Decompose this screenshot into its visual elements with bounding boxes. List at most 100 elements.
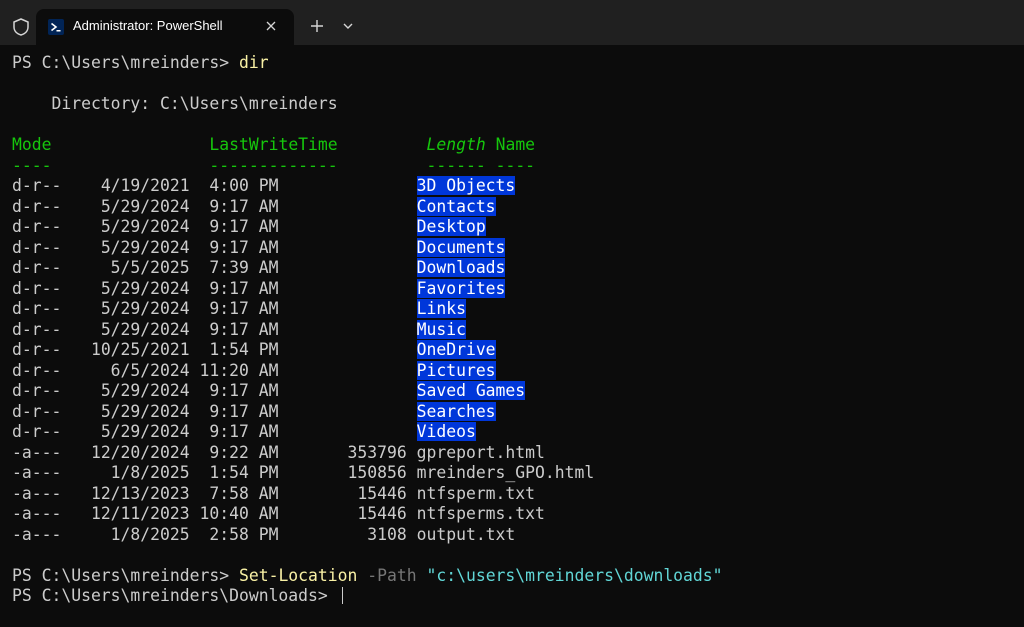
row-lastwritetime: 5/29/2024 9:17 AM bbox=[61, 381, 279, 400]
table-row: d-r-- 5/29/2024 9:17 AM Documents bbox=[12, 237, 1024, 259]
row-lastwritetime: 5/5/2025 7:39 AM bbox=[61, 258, 279, 277]
powershell-icon bbox=[48, 19, 64, 35]
row-name: Searches bbox=[416, 401, 496, 421]
row-lastwritetime: 5/29/2024 9:17 AM bbox=[61, 422, 279, 441]
table-row: d-r-- 5/29/2024 9:17 AM Links bbox=[12, 299, 1024, 320]
underline-line: ---- ------------- ------ ---- bbox=[12, 156, 1024, 177]
parameter: -Path bbox=[367, 565, 417, 585]
row-name: Documents bbox=[416, 237, 506, 257]
shield-icon bbox=[11, 17, 31, 37]
row-mode: -a--- bbox=[12, 504, 62, 523]
table-row: d-r-- 5/29/2024 9:17 AM Contacts bbox=[12, 196, 1024, 218]
row-lastwritetime: 5/29/2024 9:17 AM bbox=[61, 217, 279, 236]
row-name: 3D Objects bbox=[416, 176, 516, 195]
row-lastwritetime: 12/20/2024 9:22 AM bbox=[61, 442, 279, 462]
row-name: Saved Games bbox=[416, 381, 526, 400]
row-mode: -a--- bbox=[12, 463, 62, 482]
prompt-line[interactable]: PS C:\Users\mreinders\Downloads> bbox=[12, 586, 1024, 607]
row-mode: -a--- bbox=[12, 483, 62, 503]
row-mode: -a--- bbox=[12, 442, 62, 462]
row-mode: d-r-- bbox=[12, 258, 62, 277]
row-name: Pictures bbox=[416, 360, 496, 380]
row-mode: d-r-- bbox=[12, 237, 62, 257]
row-mode: d-r-- bbox=[12, 360, 62, 380]
row-name: Contacts bbox=[416, 196, 496, 216]
underline-mode: ---- bbox=[12, 155, 52, 175]
row-length: 15446 bbox=[347, 504, 407, 523]
directory-listing: d-r-- 4/19/2021 4:00 PM 3D Objects d-r-- … bbox=[12, 176, 1024, 545]
table-row: d-r-- 5/29/2024 9:17 AM Desktop bbox=[12, 217, 1024, 238]
row-lastwritetime: 5/29/2024 9:17 AM bbox=[61, 237, 279, 257]
table-row: d-r-- 4/19/2021 4:00 PM 3D Objects bbox=[12, 176, 1024, 197]
plus-icon[interactable] bbox=[308, 17, 326, 35]
prompt-line: PS C:\Users\mreinders> dir bbox=[12, 53, 1024, 74]
chevron-down-icon[interactable] bbox=[341, 19, 355, 33]
terminal-window: Administrator: PowerShell PS C:\Users\mr… bbox=[0, 0, 1024, 627]
table-row: d-r-- 5/5/2025 7:39 AM Downloads bbox=[12, 258, 1024, 279]
row-lastwritetime: 10/25/2021 1:54 PM bbox=[61, 340, 279, 359]
row-lastwritetime: 4/19/2021 4:00 PM bbox=[61, 176, 279, 195]
table-row: d-r-- 5/29/2024 9:17 AM Music bbox=[12, 319, 1024, 341]
row-mode: d-r-- bbox=[12, 422, 62, 441]
row-mode: d-r-- bbox=[12, 401, 62, 421]
row-name: gpreport.html bbox=[416, 442, 545, 462]
tab-powershell[interactable]: Administrator: PowerShell bbox=[36, 9, 294, 45]
table-row: d-r-- 5/29/2024 9:17 AM Favorites bbox=[12, 278, 1024, 300]
row-name: ntfsperms.txt bbox=[416, 504, 545, 523]
header-mode: Mode bbox=[12, 135, 52, 154]
terminal-output[interactable]: PS C:\Users\mreinders> dir Directory: C:… bbox=[12, 53, 1024, 607]
row-mode: d-r-- bbox=[12, 299, 62, 318]
underline-lastwritetime: ------------- bbox=[209, 155, 338, 175]
command: dir bbox=[238, 53, 269, 72]
header-name: Name bbox=[495, 135, 536, 154]
row-lastwritetime: 5/29/2024 9:17 AM bbox=[61, 319, 279, 339]
row-name: Desktop bbox=[416, 217, 486, 236]
table-row: -a--- 12/20/2024 9:22 AM 353796 gpreport… bbox=[12, 443, 1024, 464]
row-name: Favorites bbox=[416, 278, 506, 298]
text-cursor bbox=[341, 587, 343, 604]
row-lastwritetime: 5/29/2024 9:17 AM bbox=[61, 299, 279, 318]
row-lastwritetime: 1/8/2025 1:54 PM bbox=[61, 463, 279, 482]
row-name: Music bbox=[416, 319, 466, 339]
title-bar: Administrator: PowerShell bbox=[0, 0, 1024, 45]
header-lastwritetime: LastWriteTime bbox=[209, 135, 338, 154]
row-name: mreinders_GPO.html bbox=[416, 463, 595, 482]
close-icon[interactable] bbox=[263, 18, 279, 34]
prompt: PS C:\Users\mreinders\Downloads> bbox=[12, 586, 338, 605]
row-lastwritetime: 12/13/2023 7:58 AM bbox=[61, 483, 279, 503]
row-lastwritetime: 6/5/2024 11:20 AM bbox=[61, 360, 279, 380]
row-mode: d-r-- bbox=[12, 319, 62, 339]
row-name: ntfsperm.txt bbox=[416, 483, 536, 503]
command: Set-Location bbox=[238, 565, 358, 585]
prompt: PS C:\Users\mreinders> bbox=[12, 53, 239, 72]
prompt: PS C:\Users\mreinders> bbox=[12, 565, 239, 585]
table-row: d-r-- 5/29/2024 9:17 AM Saved Games bbox=[12, 381, 1024, 402]
row-name: Downloads bbox=[416, 258, 506, 277]
argument-string: "c:\users\mreinders\downloads" bbox=[426, 565, 723, 585]
row-mode: d-r-- bbox=[12, 217, 62, 236]
table-row: -a--- 12/13/2023 7:58 AM 15446 ntfsperm.… bbox=[12, 484, 1024, 505]
row-mode: d-r-- bbox=[12, 278, 62, 298]
row-lastwritetime: 5/29/2024 9:17 AM bbox=[61, 196, 279, 216]
table-row: d-r-- 10/25/2021 1:54 PM OneDrive bbox=[12, 340, 1024, 361]
header-length: Length bbox=[426, 135, 486, 154]
row-lastwritetime: 5/29/2024 9:17 AM bbox=[61, 401, 279, 421]
directory-line: Directory: C:\Users\mreinders bbox=[12, 94, 338, 113]
table-row: d-r-- 5/29/2024 9:17 AM Searches bbox=[12, 401, 1024, 423]
row-length: 150856 bbox=[347, 463, 407, 482]
underline-length: ------ bbox=[426, 155, 486, 175]
prompt-line: PS C:\Users\mreinders> Set-Location -Pat… bbox=[12, 566, 1024, 587]
table-row: -a--- 12/11/2023 10:40 AM 15446 ntfsperm… bbox=[12, 504, 1024, 525]
row-length: 3108 bbox=[347, 524, 407, 544]
row-length: 353796 bbox=[347, 442, 407, 462]
row-lastwritetime: 5/29/2024 9:17 AM bbox=[61, 278, 279, 298]
table-row: d-r-- 5/29/2024 9:17 AM Videos bbox=[12, 422, 1024, 443]
row-name: output.txt bbox=[416, 524, 516, 544]
row-mode: d-r-- bbox=[12, 381, 62, 400]
table-row: -a--- 1/8/2025 2:58 PM 3108 output.txt bbox=[12, 525, 1024, 546]
header-line: Mode LastWriteTime Length Name bbox=[12, 135, 1024, 156]
row-name: OneDrive bbox=[416, 340, 496, 359]
underline-name: ---- bbox=[495, 155, 536, 175]
